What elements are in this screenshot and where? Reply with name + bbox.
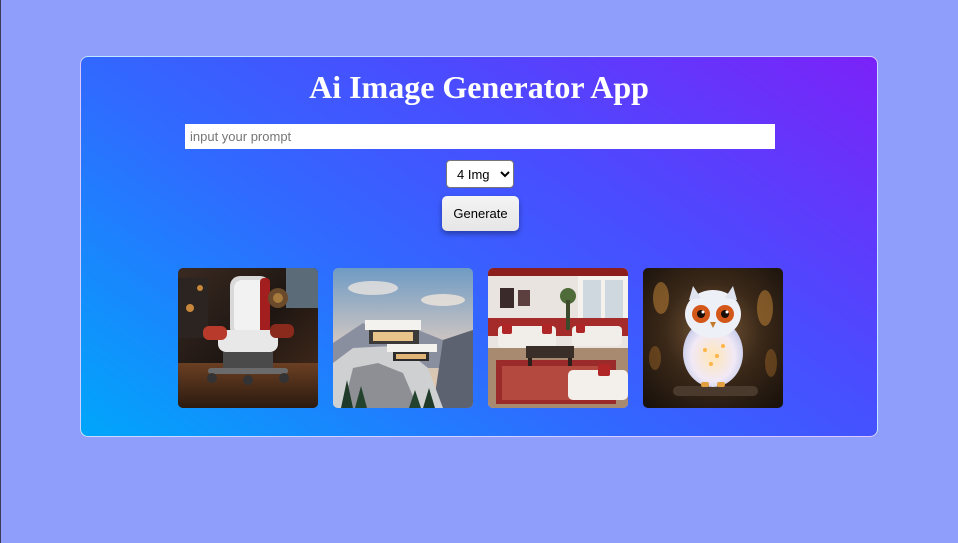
generator-card: Ai Image Generator App 4 Img Generate	[80, 56, 878, 437]
window-edge	[0, 0, 1, 543]
generated-image-2[interactable]	[333, 268, 473, 408]
armchair-image	[178, 268, 318, 408]
generated-image-4[interactable]	[643, 268, 783, 408]
prompt-input[interactable]	[185, 124, 775, 149]
image-count-select[interactable]: 4 Img	[446, 160, 514, 188]
generated-image-1[interactable]	[178, 268, 318, 408]
generate-button[interactable]: Generate	[442, 196, 519, 231]
page-title: Ai Image Generator App	[309, 69, 649, 105]
mountain-house-image	[333, 268, 473, 408]
generated-image-3[interactable]	[488, 268, 628, 408]
owl-image	[643, 268, 783, 408]
living-room-image	[488, 268, 628, 408]
image-gallery	[178, 268, 783, 408]
